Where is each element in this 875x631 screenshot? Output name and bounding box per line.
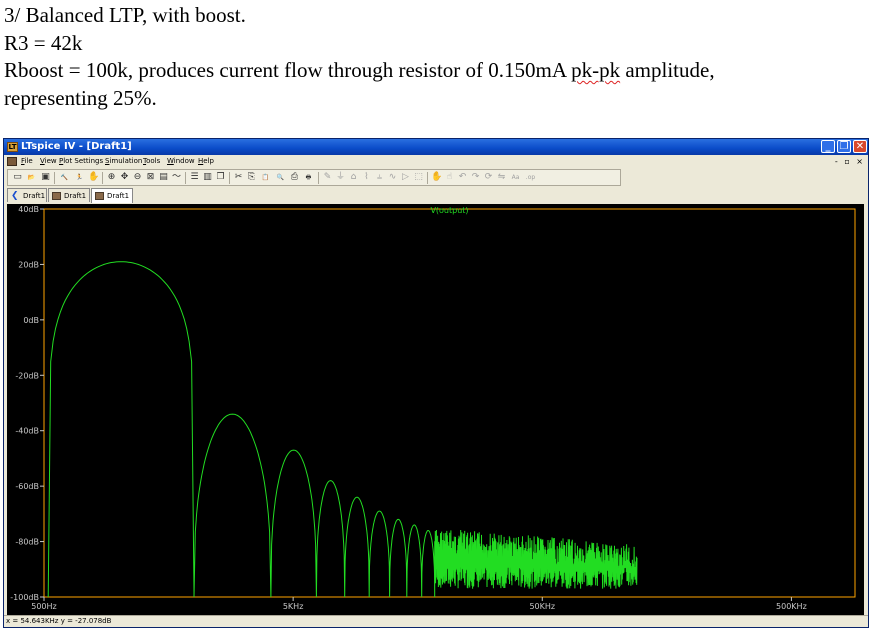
menu-plot-settings[interactable]: Plot Settings [59, 155, 103, 168]
ltspice-window: LT LTspice IV - [Draft1] _ ❐ ✕ File View… [3, 138, 869, 628]
menu-file[interactable]: File [21, 155, 33, 168]
x-tick-label: 500Hz [31, 602, 56, 611]
zoom-out-icon[interactable]: ⊖ [132, 172, 143, 183]
wire-icon[interactable]: ✎ [322, 172, 333, 183]
save-icon[interactable]: ▣ [40, 172, 51, 183]
redo-icon[interactable]: ↷ [470, 172, 481, 183]
text-icon[interactable]: Aa [509, 172, 522, 183]
new-schematic-icon[interactable]: ▭ [12, 172, 23, 183]
maximize-button[interactable]: ❐ [837, 140, 851, 153]
move-icon[interactable]: ✋ [431, 172, 442, 183]
y-tick-label: -20dB [15, 371, 39, 380]
plot-svg: 40dB20dB0dB-20dB-40dB-60dB-80dB-100dB500… [10, 205, 856, 611]
menu-view[interactable]: View [40, 155, 57, 168]
cut-icon[interactable]: ✂ [233, 172, 244, 183]
zoom-pan-icon[interactable]: ✥ [119, 172, 130, 183]
close-button[interactable]: ✕ [853, 140, 867, 153]
menu-bar: File View Plot Settings Simulation Tools… [4, 155, 868, 168]
diode-icon[interactable]: ▷ [400, 172, 411, 183]
toolbar-separator [318, 172, 319, 184]
spice-directive-icon[interactable]: .op [524, 172, 537, 183]
title-bar[interactable]: LT LTspice IV - [Draft1] _ ❐ ✕ [4, 139, 868, 155]
tab-draft1-waveform[interactable]: Draft1 [91, 188, 133, 203]
x-tick-label: 500KHz [776, 602, 807, 611]
resistor-icon[interactable]: ⌇ [361, 172, 372, 183]
y-tick-label: -80dB [15, 538, 39, 547]
cascade-icon[interactable]: ❐ [215, 172, 226, 183]
control-panel-icon[interactable]: 🔨 [58, 172, 71, 183]
cursor-readout: x = 54.643KHz y = -27.078dB [6, 617, 112, 625]
menu-window[interactable]: Window [167, 155, 195, 168]
caption-line-4: representing 25%. [4, 85, 157, 110]
capacitor-icon[interactable]: ⫨ [374, 172, 385, 183]
tile-horizontal-icon[interactable]: ☰ [189, 172, 200, 183]
tile-vertical-icon[interactable]: ▥ [202, 172, 213, 183]
mdi-controls[interactable]: - ▫ × [835, 155, 865, 168]
status-bar: x = 54.643KHz y = -27.078dB [4, 615, 868, 627]
halt-icon[interactable]: ✋ [88, 172, 99, 183]
inductor-icon[interactable]: ∿ [387, 172, 398, 183]
window-title: LTspice IV - [Draft1] [21, 141, 132, 152]
y-tick-label: 0dB [23, 316, 39, 325]
caption-line-1: 3/ Balanced LTP, with boost. [4, 3, 246, 27]
zoom-in-icon[interactable]: ⊕ [106, 172, 117, 183]
trace-label: V(output) [430, 206, 468, 215]
drag-icon[interactable]: ☝ [444, 172, 455, 183]
menu-tools[interactable]: Tools [143, 155, 160, 168]
caption-line-3: Rboost = 100k, produces current flow thr… [4, 58, 715, 82]
find-icon[interactable]: 🔍 [274, 172, 287, 183]
undo-icon[interactable]: ↶ [457, 172, 468, 183]
y-tick-label: 40dB [18, 205, 39, 214]
mirror-icon[interactable]: ⇋ [496, 172, 507, 183]
toolbar-separator [185, 172, 186, 184]
y-tick-label: -40dB [15, 427, 39, 436]
toolbar-separator [54, 172, 55, 184]
waveform-icon[interactable]: 〜 [171, 172, 182, 183]
label-icon[interactable]: ⌂ [348, 172, 359, 183]
toolbar-separator [427, 172, 428, 184]
caption: 3/ Balanced LTP, with boost. R3 = 42k Rb… [4, 2, 715, 112]
y-tick-label: -60dB [15, 482, 39, 491]
menu-help[interactable]: Help [198, 155, 214, 168]
print-icon[interactable]: 🖶 [302, 172, 315, 183]
waveform-doc-icon [52, 192, 61, 200]
tab-draft1-schematic[interactable]: ❮ Draft1 [7, 188, 47, 202]
paste-icon[interactable]: 📋 [259, 172, 272, 183]
document-icon[interactable] [7, 157, 17, 166]
schematic-icon: ❮ [11, 191, 19, 201]
toolbar: ▭ 📂 ▣ 🔨 🏃 ✋ ⊕ ✥ ⊖ ⊠ ▤ 〜 ☰ ▥ ❐ ✂ ⎘ 📋 🔍 ⎙ 🖶 ✎ ⏚ ⌂ ⌇ ⫨ ∿ ▷ ⬚ ✋ ☝ ↶ ↷ ⟳ ⇋ Aa .op [7, 169, 621, 186]
print-setup-icon[interactable]: ⎙ [289, 172, 300, 183]
ltspice-app-icon: LT [7, 142, 18, 152]
toolbar-separator [229, 172, 230, 184]
y-tick-label: -100dB [10, 593, 39, 602]
autorange-icon[interactable]: ▤ [158, 172, 169, 183]
waveform-plot[interactable]: 40dB 20dB 0dB -20dB -40dB -60dB -80dB -100dB 500… [7, 204, 864, 616]
run-icon[interactable]: 🏃 [73, 172, 86, 183]
minimize-button[interactable]: _ [821, 140, 835, 153]
caption-line-2: R3 = 42k [4, 30, 83, 55]
trace-v-output [47, 261, 638, 598]
x-tick-label: 50KHz [529, 602, 555, 611]
rotate-icon[interactable]: ⟳ [483, 172, 494, 183]
ground-icon[interactable]: ⏚ [335, 172, 346, 183]
copy-icon[interactable]: ⎘ [246, 172, 257, 183]
open-icon[interactable]: 📂 [25, 172, 38, 183]
component-icon[interactable]: ⬚ [413, 172, 424, 183]
waveform-doc-icon [95, 192, 104, 200]
menu-simulation[interactable]: Simulation [105, 155, 142, 168]
tab-draft1-netlist[interactable]: Draft1 [48, 188, 90, 202]
zoom-fit-icon[interactable]: ⊠ [145, 172, 156, 183]
x-tick-label: 5KHz [283, 602, 304, 611]
toolbar-separator [102, 172, 103, 184]
y-tick-label: 20dB [18, 260, 39, 269]
